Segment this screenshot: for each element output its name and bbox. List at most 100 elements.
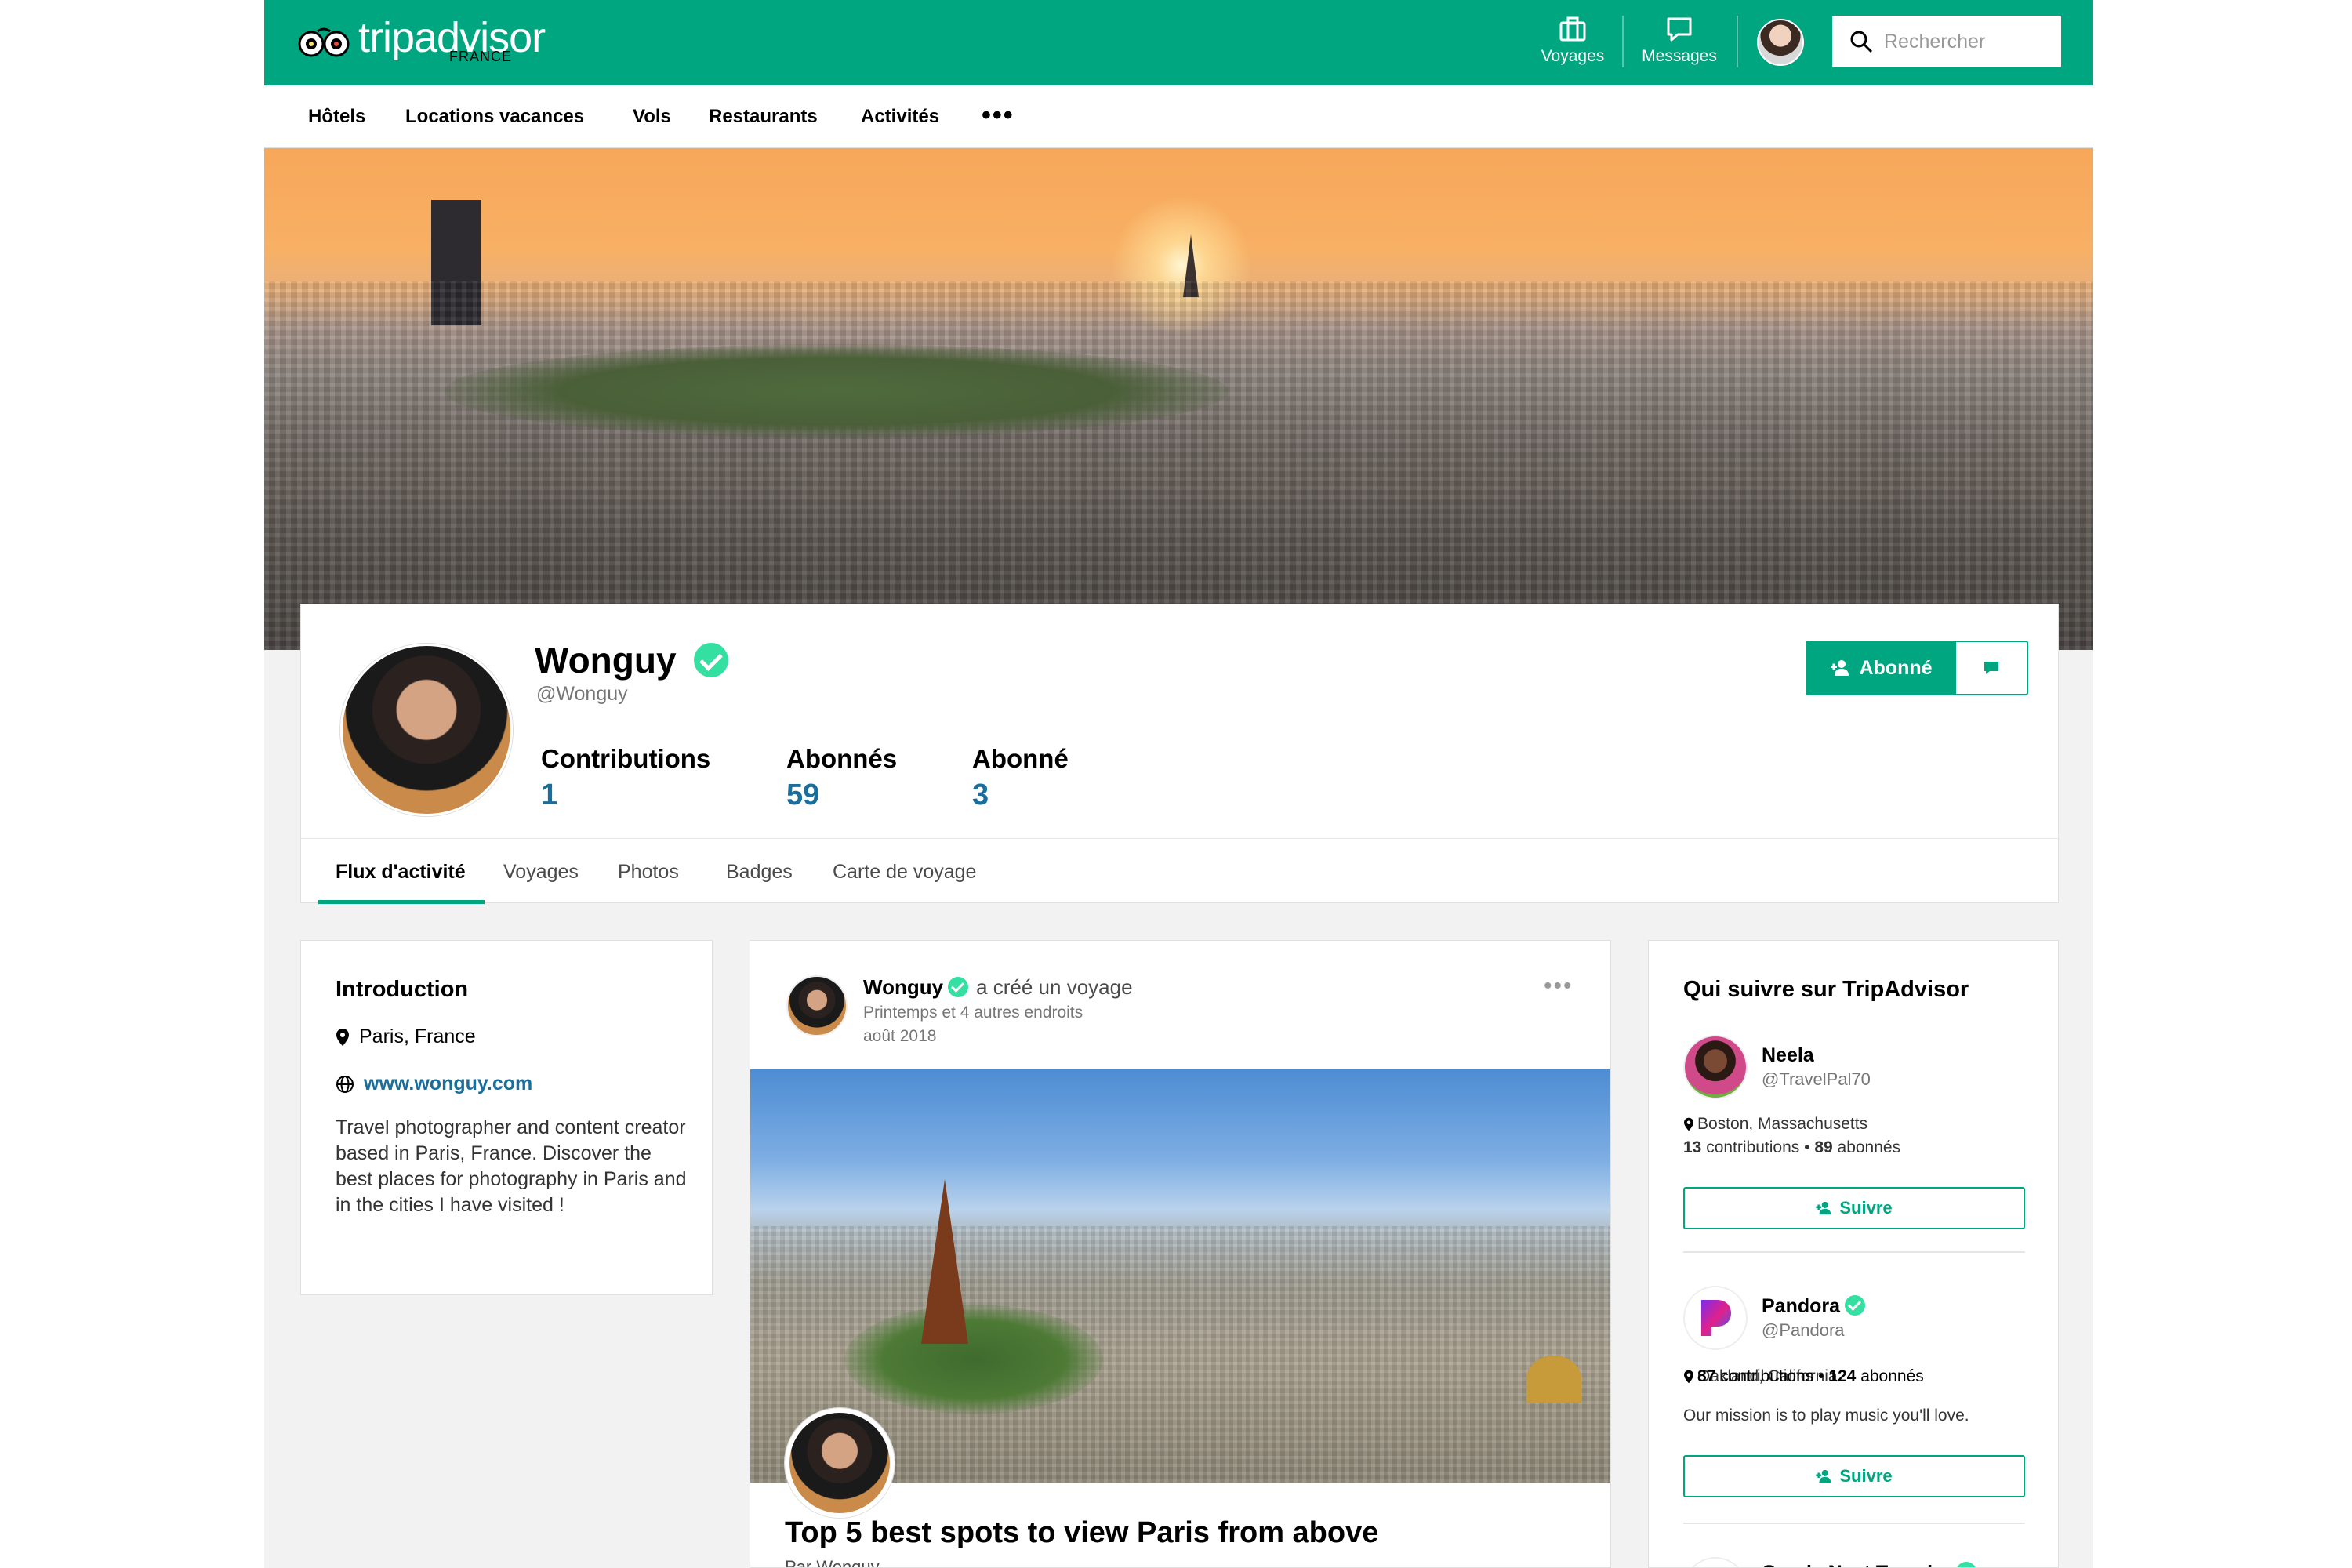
messages-label: Messages: [1642, 47, 1717, 65]
suggested-user-handle: @TravelPal70: [1762, 1069, 1871, 1089]
intro-card: Introduction Paris, France www.wonguy.co…: [300, 940, 713, 1295]
user-follow-icon: [1816, 1201, 1831, 1215]
who-to-follow-card: Qui suivre sur TripAdvisor Neela @Travel…: [1648, 940, 2059, 1568]
suitcase-icon: [1559, 16, 1586, 42]
intro-bio: Travel photographer and content creator …: [336, 1116, 687, 1216]
tab-photos[interactable]: Photos: [618, 861, 679, 884]
verified-check-icon: [1845, 1295, 1866, 1316]
stat-contributions-value[interactable]: 1: [541, 779, 557, 812]
message-bubble-icon: [1667, 17, 1692, 42]
post-action: a créé un voyage: [976, 975, 1133, 999]
user-follow-icon: [1816, 1469, 1831, 1483]
intro-website[interactable]: www.wonguy.com: [336, 1073, 532, 1095]
nav-more-button[interactable]: •••: [982, 102, 1014, 129]
suggested-user-name[interactable]: Neela: [1762, 1044, 1814, 1067]
post-author-avatar[interactable]: [786, 975, 848, 1036]
suggested-user-name[interactable]: Conde Nast Traveler: [1762, 1562, 1951, 1567]
stat-followers-value[interactable]: 59: [786, 779, 819, 812]
nav-vacation-rentals[interactable]: Locations vacances: [405, 106, 584, 128]
post-author-name[interactable]: Wonguy: [863, 975, 943, 999]
location-pin-icon: [336, 1028, 349, 1046]
invalides-dome: [1526, 1356, 1581, 1403]
suggested-user-name-row: Pandora: [1762, 1295, 1866, 1318]
verified-check-icon: [1955, 1562, 1976, 1567]
tab-trips[interactable]: Voyages: [503, 861, 579, 884]
tab-activity-feed[interactable]: Flux d'activité: [336, 861, 466, 884]
send-message-button[interactable]: [1956, 642, 2027, 694]
tab-travel-map[interactable]: Carte de voyage: [833, 861, 976, 884]
nav-flights[interactable]: Vols: [633, 106, 671, 128]
following-label: Abonné: [1859, 656, 1933, 679]
intro-location-text: Paris, France: [359, 1025, 476, 1047]
suggested-user-avatar[interactable]: [1683, 1035, 1748, 1099]
nav-hotels[interactable]: Hôtels: [308, 106, 365, 128]
top-bar: tripadvisor FRANCE Voyages Messages Rech…: [264, 0, 2093, 85]
post-header: Wonguy a créé un voyage: [863, 975, 1133, 1000]
post-date: août 2018: [863, 1027, 937, 1045]
eiffel-tower: [921, 1179, 968, 1344]
profile-tabs: Flux d'activité Voyages Photos Badges Ca…: [301, 838, 2060, 904]
suggested-user-name[interactable]: Pandora: [1762, 1295, 1840, 1317]
logo-region: FRANCE: [449, 49, 513, 64]
search-input[interactable]: Rechercher: [1884, 31, 1985, 53]
divider: [1683, 1523, 2025, 1524]
trips-button[interactable]: Voyages: [1537, 16, 1608, 71]
park-greenery: [445, 344, 1229, 438]
profile-card: Wonguy @Wonguy Contributions 1 Abonnés 5…: [300, 604, 2060, 904]
profile-name-row: Wonguy: [535, 639, 729, 681]
header-divider: [1622, 16, 1624, 67]
intro-title: Introduction: [336, 977, 469, 1002]
nav-activities[interactable]: Activités: [861, 106, 939, 128]
champ-de-mars: [844, 1305, 1103, 1414]
city-rooftops: [264, 281, 2093, 650]
divider: [1683, 1251, 2025, 1253]
message-icon: [1984, 662, 1998, 674]
stat-following-label[interactable]: Abonné: [972, 744, 1069, 774]
tab-badges[interactable]: Badges: [726, 861, 793, 884]
follow-button-group: Abonné: [1806, 641, 2028, 695]
follow-button[interactable]: Suivre: [1683, 1187, 2025, 1229]
following-button[interactable]: Abonné: [1807, 642, 1956, 694]
cover-photo: [264, 148, 2093, 650]
suggested-user-handle: @Pandora: [1762, 1320, 1845, 1340]
search-box[interactable]: Rechercher: [1832, 16, 2061, 67]
stat-contributions-label[interactable]: Contributions: [541, 744, 710, 774]
messages-button[interactable]: Messages: [1636, 16, 1722, 71]
page: tripadvisor FRANCE Voyages Messages Rech…: [264, 0, 2093, 1568]
suggested-user-avatar[interactable]: [1683, 1557, 1748, 1567]
website-link[interactable]: www.wonguy.com: [364, 1073, 532, 1095]
verified-check-icon: [694, 642, 729, 677]
trip-title[interactable]: Top 5 best spots to view Paris from abov…: [785, 1516, 1378, 1550]
main-nav: Hôtels Locations vacances Vols Restauran…: [264, 85, 2093, 148]
who-to-follow-title: Qui suivre sur TripAdvisor: [1683, 977, 1969, 1002]
verified-check-icon: [948, 977, 969, 998]
profile-avatar[interactable]: [340, 644, 513, 816]
post-image[interactable]: [750, 1069, 1610, 1483]
activity-post: Wonguy a créé un voyage Printemps et 4 au…: [750, 940, 1611, 1568]
user-follow-icon: [1831, 660, 1849, 676]
intro-location: Paris, France: [336, 1025, 476, 1048]
suggested-user-stats: 87 contributions • 124 abonnés: [1697, 1367, 1924, 1385]
nav-restaurants[interactable]: Restaurants: [709, 106, 818, 128]
post-places: Printemps et 4 autres endroits: [863, 1004, 1083, 1022]
stat-following-value[interactable]: 3: [972, 779, 989, 812]
suggested-user-bio: Our mission is to play music you'll love…: [1683, 1406, 1969, 1425]
suggested-user-avatar[interactable]: [1683, 1286, 1748, 1350]
header-divider: [1737, 16, 1738, 67]
search-icon: [1850, 31, 1873, 53]
active-tab-indicator: [318, 900, 485, 904]
location-pin-icon: [1684, 1117, 1693, 1131]
follow-button[interactable]: Suivre: [1683, 1455, 2025, 1497]
stat-followers-label[interactable]: Abonnés: [786, 744, 897, 774]
globe-icon: [336, 1075, 354, 1093]
trip-author-avatar[interactable]: [785, 1408, 895, 1518]
suggested-user-stats: 13 contributions • 89 abonnés: [1683, 1138, 1901, 1156]
owl-logo-icon: [297, 27, 350, 58]
profile-name: Wonguy: [535, 640, 677, 681]
pandora-logo-icon: [1701, 1300, 1731, 1336]
profile-handle: @Wonguy: [536, 683, 628, 705]
post-more-options-icon[interactable]: •••: [1544, 975, 1573, 998]
suggested-user-name-row: Conde Nast Traveler: [1762, 1562, 1976, 1567]
user-avatar[interactable]: [1757, 19, 1804, 66]
location-pin-icon: [1684, 1370, 1693, 1384]
